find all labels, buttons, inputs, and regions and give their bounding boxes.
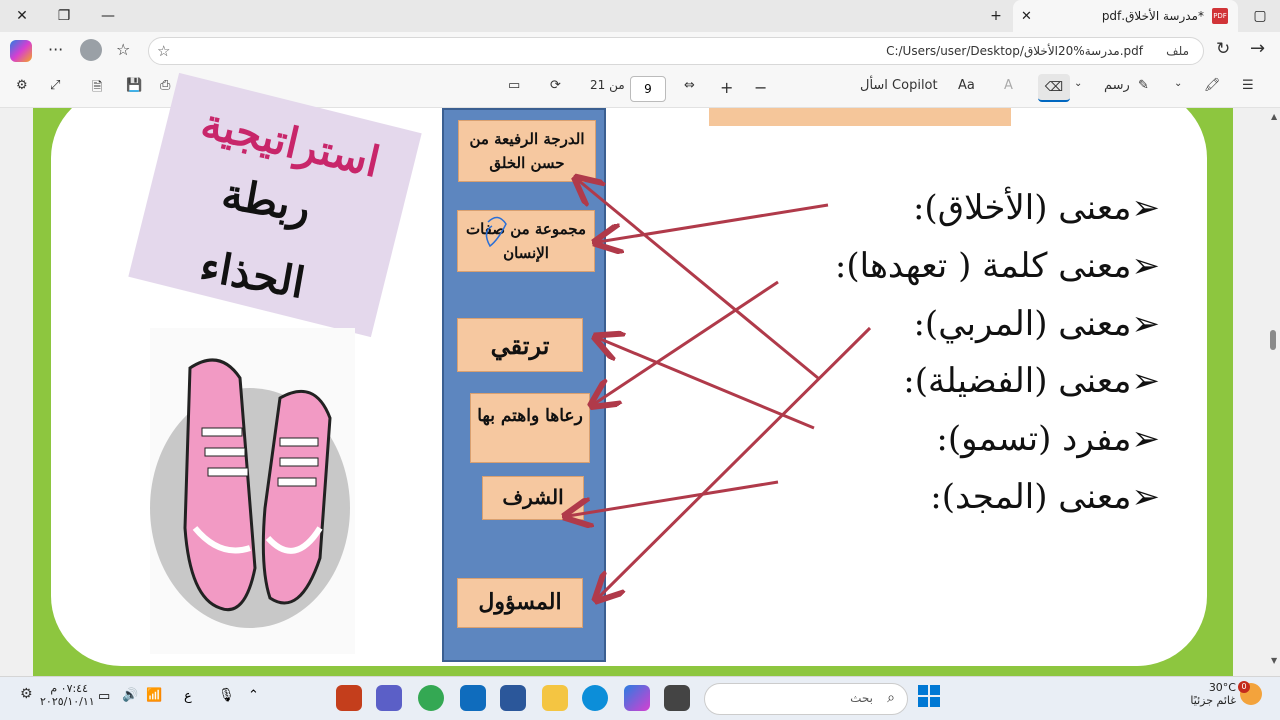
arrow-line-3 — [594, 280, 779, 404]
weather-desc: غائم جزئيًا — [1190, 694, 1236, 707]
notification-settings-icon[interactable]: ⚙ — [20, 686, 33, 702]
date-text: ٢٠٢٥/١٠/١١ — [40, 695, 95, 708]
scroll-down-icon[interactable]: ▼ — [1271, 656, 1277, 665]
weather-widget[interactable]: 30°C غائم جزئيًا — [1182, 681, 1236, 707]
store-icon[interactable] — [500, 685, 526, 711]
chevron-up-icon[interactable]: ⌃ — [248, 688, 259, 703]
annotation-arrows — [485, 0, 872, 720]
wifi-icon[interactable]: 📶 — [146, 688, 162, 703]
file-explorer-icon[interactable] — [542, 685, 568, 711]
clock[interactable]: ٠٧:٤٤ م ٢٠٢٥/١٠/١١ — [40, 682, 95, 708]
copilot-taskbar-icon[interactable] — [624, 685, 650, 711]
language-indicator[interactable]: ع — [184, 689, 192, 704]
arrow-line-5 — [568, 480, 779, 516]
edge-icon[interactable] — [582, 685, 608, 711]
search-placeholder: بحث — [850, 691, 873, 705]
teams-icon[interactable] — [376, 685, 402, 711]
scrollbar-thumb[interactable] — [1270, 330, 1276, 350]
app-icon[interactable] — [664, 685, 690, 711]
chrome-icon[interactable] — [418, 685, 444, 711]
vertical-scrollbar[interactable]: ▲ ▼ — [1266, 108, 1280, 676]
battery-icon[interactable]: ▭ — [98, 689, 110, 704]
arrow-line-6 — [598, 326, 872, 598]
powerpoint-icon[interactable] — [336, 685, 362, 711]
volume-icon[interactable]: 🔊 — [122, 688, 138, 703]
arrow-line-2 — [578, 180, 819, 380]
weather-temp: 30°C — [1208, 681, 1236, 694]
microphone-icon[interactable]: 🎙 — [218, 688, 235, 703]
scroll-up-icon[interactable]: ▲ — [1271, 112, 1277, 121]
taskbar-search[interactable]: بحث ⌕ — [704, 683, 908, 715]
taskbar: ⚙ ٠٧:٤٤ م ٢٠٢٥/١٠/١١ ▭ 🔊 📶 ع 🎙 ⌃ بحث ⌕ 3… — [0, 676, 1280, 720]
outlook-icon[interactable] — [460, 685, 486, 711]
start-icon[interactable] — [918, 685, 940, 707]
time-text: ٠٧:٤٤ م — [50, 682, 88, 695]
notification-badge: 0 — [1238, 681, 1250, 693]
search-icon-taskbar: ⌕ — [887, 690, 895, 706]
handwritten-scribble — [485, 216, 507, 248]
